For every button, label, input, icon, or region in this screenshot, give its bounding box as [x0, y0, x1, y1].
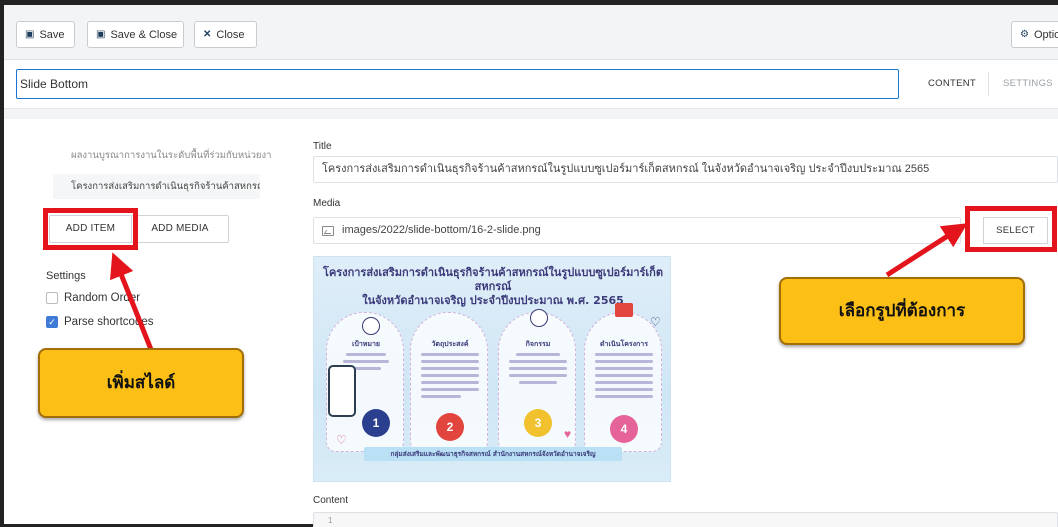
module-title-input[interactable]: Slide Bottom: [16, 69, 899, 99]
preview-footer-text: กลุ่มส่งเสริมและพัฒนาธุรกิจสหกรณ์ สำนักง…: [364, 447, 622, 461]
preview-column-text: [421, 353, 479, 402]
editor-line-number: 1: [328, 516, 333, 525]
toolbar: ▣ Save ▣ Save & Close ✕ Close ⚙ Optio: [4, 5, 1058, 60]
preview-column-head: เป้าหมาย: [351, 341, 381, 348]
lightbulb-icon: [362, 317, 380, 335]
preview-title-line-1: โครงการส่งเสริมการดำเนินธุรกิจร้านค้าสหก…: [323, 266, 663, 293]
parse-shortcodes-label: Parse shortcodes: [64, 316, 154, 328]
people-icon: [530, 309, 548, 327]
options-button[interactable]: ⚙ Optio: [1011, 21, 1058, 48]
save-and-close-button[interactable]: ▣ Save & Close: [87, 21, 184, 48]
add-item-highlight-box: [43, 208, 138, 250]
parse-shortcodes-checkbox[interactable]: ✓: [46, 316, 58, 328]
content-editor[interactable]: 1: [313, 512, 1058, 527]
close-button[interactable]: ✕ Close: [194, 21, 257, 48]
title-label: Title: [313, 141, 332, 152]
preview-column-head: กิจกรรม: [525, 341, 551, 348]
slide-title-input[interactable]: โครงการส่งเสริมการดำเนินธุรกิจร้านค้าสหก…: [313, 156, 1058, 183]
tab-settings[interactable]: SETTINGS: [1003, 78, 1053, 89]
preview-number-badge: 3: [524, 409, 552, 437]
chat-icon: [615, 303, 633, 317]
module-title-bar: Slide Bottom CONTENT SETTINGS: [4, 61, 1058, 109]
select-highlight-box: [965, 206, 1057, 252]
add-slide-callout: เพิ่มสไลด์: [38, 348, 244, 418]
options-button-label: Optio: [1033, 28, 1058, 41]
settings-heading: Settings: [46, 270, 86, 282]
save-button[interactable]: ▣ Save: [16, 21, 75, 48]
random-order-checkbox[interactable]: [46, 292, 58, 304]
heart-icon: ♡: [650, 315, 661, 329]
media-preview-image: โครงการส่งเสริมการดำเนินธุรกิจร้านค้าสหก…: [313, 256, 671, 482]
media-label: Media: [313, 198, 341, 209]
random-order-label: Random Order: [64, 292, 141, 304]
image-icon: [322, 225, 334, 236]
preview-column-text: [509, 353, 567, 388]
preview-title: โครงการส่งเสริมการดำเนินธุรกิจร้านค้าสหก…: [320, 266, 666, 308]
phone-illustration: [328, 365, 356, 417]
media-path-input[interactable]: images/2022/slide-bottom/16-2-slide.png: [313, 217, 961, 244]
save-and-close-label: Save & Close: [110, 28, 178, 41]
gear-icon: ⚙: [1020, 29, 1029, 40]
media-path-value: images/2022/slide-bottom/16-2-slide.png: [342, 224, 541, 236]
select-image-callout: เลือกรูปที่ต้องการ: [779, 277, 1025, 345]
save-button-label: Save: [39, 28, 65, 41]
parse-shortcodes-option[interactable]: ✓ Parse shortcodes: [46, 316, 154, 328]
close-icon: ✕: [203, 29, 212, 40]
preview-column-objective: วัตถุประสงค์ 2: [410, 312, 488, 452]
preview-number-badge: 1: [362, 409, 390, 437]
section-divider: [4, 109, 1058, 119]
floppy-disk-icon: ▣: [96, 29, 106, 40]
tab-content[interactable]: CONTENT: [928, 78, 976, 89]
slide-list-item-selected[interactable]: โครงการส่งเสริมการดำเนินธุรกิจร้านค้าสหก…: [53, 174, 260, 199]
close-button-label: Close: [216, 28, 245, 41]
preview-number-badge: 4: [610, 415, 638, 443]
preview-column-head: วัตถุประสงค์: [431, 341, 469, 348]
content-label: Content: [313, 495, 349, 506]
random-order-option[interactable]: Random Order: [46, 292, 140, 304]
slide-list-item[interactable]: ผลงานบูรณาการงานในระดับพื้นที่ร่วมกับหน่…: [71, 148, 275, 163]
add-media-button[interactable]: ADD MEDIA: [131, 215, 229, 243]
preview-column-text: [595, 353, 653, 402]
heart-icon: ♡: [336, 433, 347, 447]
preview-column-project: ดำเนินโครงการ 4: [584, 312, 662, 452]
floppy-disk-icon: ▣: [25, 29, 35, 40]
heart-icon: ♥: [564, 427, 572, 441]
preview-number-badge: 2: [436, 413, 464, 441]
preview-column-head: ดำเนินโครงการ: [600, 341, 648, 348]
tab-divider: [988, 72, 989, 96]
